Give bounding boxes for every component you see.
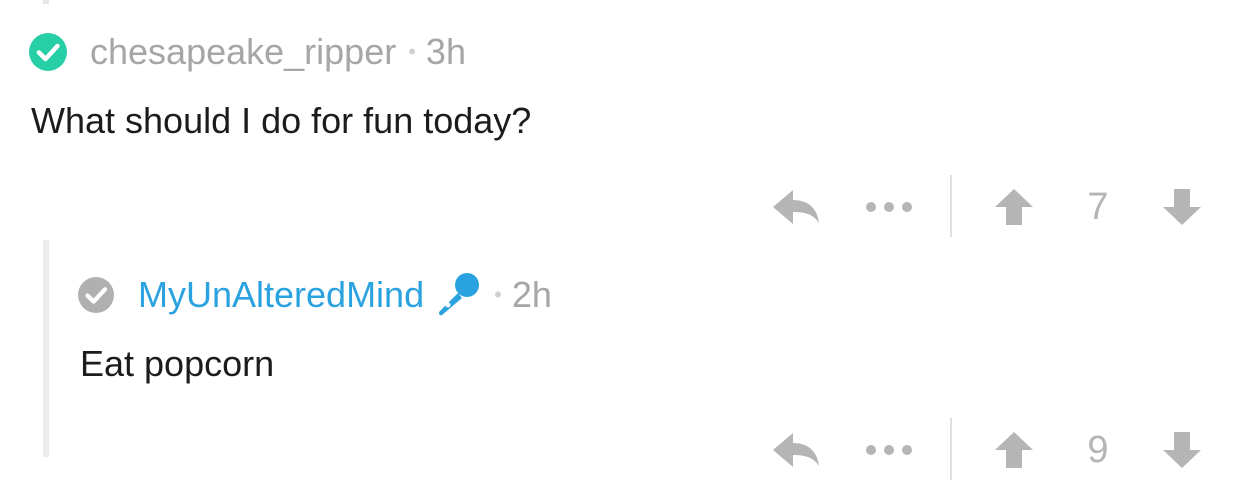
downvote-button[interactable]: [1160, 430, 1204, 470]
upvote-arrow-icon: [995, 189, 1033, 225]
comment-body: What should I do for fun today?: [31, 100, 532, 141]
action-divider: [950, 175, 952, 237]
more-dots-icon: [866, 445, 912, 455]
reply-button[interactable]: [770, 185, 822, 229]
meta-separator: •: [408, 39, 416, 64]
comment-body: Eat popcorn: [80, 343, 275, 384]
upvote-button[interactable]: [992, 187, 1036, 227]
more-dots-icon: [866, 202, 912, 212]
comment-timestamp: 2h: [511, 274, 552, 315]
thread-line: [43, 0, 49, 4]
microphone-icon: [439, 273, 480, 316]
downvote-arrow-icon: [1163, 432, 1201, 468]
downvote-arrow-icon: [1163, 189, 1201, 225]
downvote-button[interactable]: [1160, 187, 1204, 227]
comment-header: chesapeake_ripper • 3h: [29, 32, 466, 72]
comment-score: 7: [1087, 186, 1109, 228]
comment-username[interactable]: MyUnAlteredMind: [138, 275, 424, 315]
reply-button[interactable]: [770, 428, 822, 472]
comment-actions: 9: [760, 418, 1220, 482]
action-divider: [950, 418, 952, 480]
comment-actions: 7: [760, 175, 1220, 239]
comment-score: 9: [1087, 429, 1109, 471]
more-options-button[interactable]: [860, 195, 918, 219]
comment-timestamp: 3h: [425, 31, 466, 72]
more-options-button[interactable]: [860, 438, 918, 462]
nested-thread-line: [43, 240, 49, 457]
comment-username[interactable]: chesapeake_ripper: [90, 32, 396, 72]
meta-separator: •: [494, 282, 502, 307]
upvote-button[interactable]: [992, 430, 1036, 470]
verified-check-icon: [29, 33, 67, 71]
upvote-arrow-icon: [995, 432, 1033, 468]
comment-header: MyUnAlteredMind • 2h: [78, 271, 552, 319]
grey-check-icon: [78, 277, 114, 313]
reply-icon: [773, 190, 819, 224]
reply-icon: [773, 433, 819, 467]
